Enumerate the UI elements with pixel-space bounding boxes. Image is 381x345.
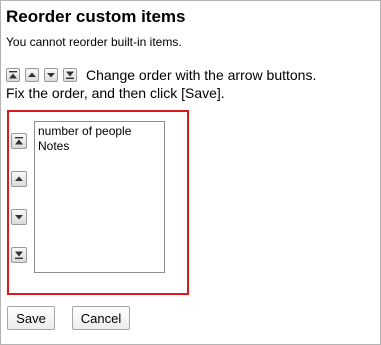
list-item[interactable]: Notes [38,139,164,154]
instructions-text-2: Fix the order, and then click [Save]. [6,85,225,101]
move-up-button[interactable] [11,171,27,187]
move-to-bottom-button[interactable] [11,247,27,263]
cancel-button[interactable]: Cancel [72,306,130,330]
instructions-line-2: Fix the order, and then click [Save]. [6,84,378,102]
move-to-top-button[interactable] [11,133,27,149]
move-up-icon [15,176,23,181]
move-up-icon [25,68,39,82]
instructions-text-1: Change order with the arrow buttons. [86,67,317,83]
move-down-icon [44,68,58,82]
instructions: Change order with the arrow buttons. Fix… [6,66,378,102]
instructions-line-1: Change order with the arrow buttons. [6,66,378,84]
list-item[interactable]: number of people [38,124,164,139]
move-down-button[interactable] [11,209,27,225]
save-button[interactable]: Save [7,306,55,330]
custom-items-listbox[interactable]: number of people Notes [34,121,165,273]
info-note: You cannot reorder built-in items. [6,35,182,49]
move-to-top-icon [6,68,20,82]
move-to-bottom-icon [15,251,23,259]
move-down-icon [15,215,23,220]
move-to-top-icon [15,137,23,145]
move-to-bottom-icon [63,68,77,82]
page-title: Reorder custom items [6,7,186,26]
